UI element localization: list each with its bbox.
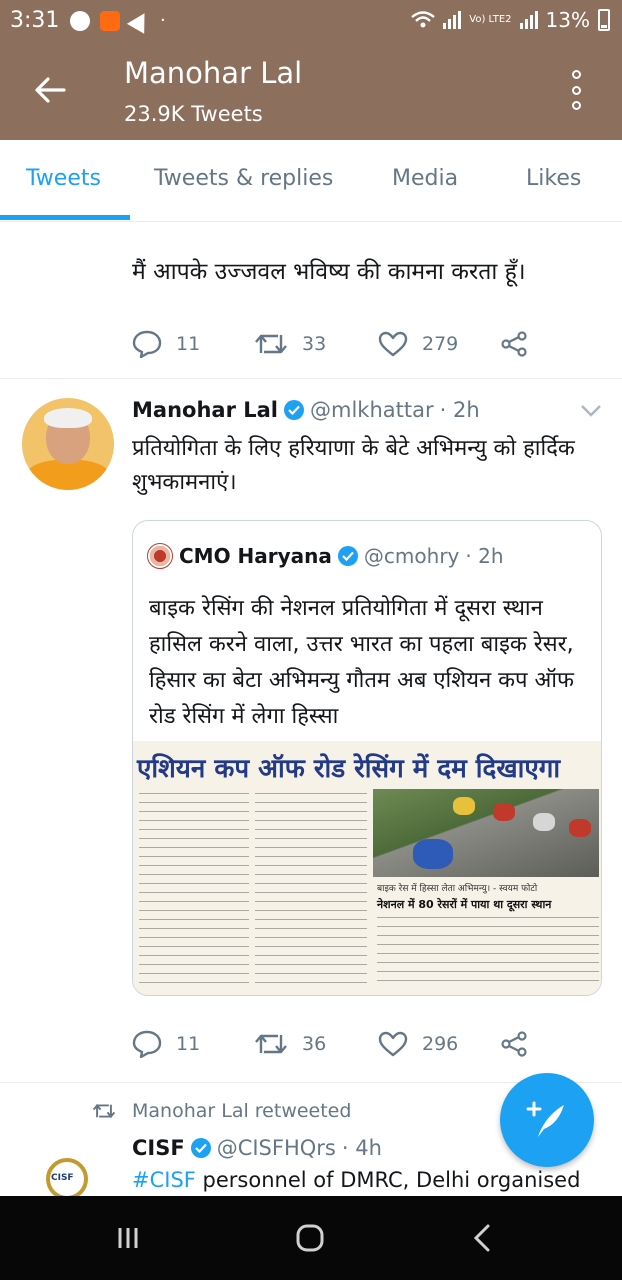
retweet-notice[interactable]: Manohar Lal retweeted <box>92 1100 351 1122</box>
system-nav-bar <box>0 1196 622 1280</box>
tweet-count: 23.9K Tweets <box>124 102 263 126</box>
status-time: 3:31 <box>10 8 60 33</box>
back-nav-icon[interactable] <box>464 1222 504 1254</box>
quoted-time: · 2h <box>465 544 504 568</box>
active-tab-indicator <box>0 215 130 220</box>
hashtag-link[interactable]: #CISF <box>132 1168 196 1192</box>
tweet-text-body: personnel of DMRC, Delhi organised <box>195 1168 581 1192</box>
like-button[interactable]: 279 <box>378 331 500 357</box>
tweet-header: CISF @CISFHQrs · 4h <box>132 1136 382 1160</box>
app-notification-icon <box>100 10 120 31</box>
retweet-button[interactable]: 36 <box>254 1031 378 1057</box>
tweet-actions: 11 33 279 <box>132 330 528 358</box>
tweet-header: Manohar Lal @mlkhattar · 2h <box>132 398 480 422</box>
chevron-down-icon[interactable] <box>580 404 602 418</box>
author-handle[interactable]: @CISFHQrs <box>217 1136 336 1160</box>
profile-title: Manohar Lal <box>124 56 303 90</box>
tab-tweets-replies[interactable]: Tweets & replies <box>154 166 333 191</box>
verified-icon <box>190 1138 211 1158</box>
tweet-text[interactable]: मैं आपके उज्जवल भविष्य की कामना करता हूँ… <box>132 254 526 286</box>
avatar[interactable]: CISF <box>34 1140 104 1200</box>
clipping-subheading: नेशनल में 80 रेसरों में पाया था दूसरा स्… <box>377 898 552 911</box>
share-icon[interactable] <box>500 331 528 357</box>
like-count: 279 <box>422 333 459 355</box>
telegram-icon <box>126 7 154 34</box>
tab-tweets[interactable]: Tweets <box>26 166 101 191</box>
retweet-icon <box>92 1103 116 1119</box>
tweet-text[interactable]: प्रतियोगिता के लिए हरियाणा के बेटे अभिमन… <box>132 432 602 500</box>
status-bar: 3:31 · Vo) LTE2 13% <box>0 0 622 44</box>
tweet-actions: 11 36 296 <box>132 1030 528 1058</box>
more-notifications-icon: · <box>160 10 166 31</box>
retweet-button[interactable]: 33 <box>254 331 378 357</box>
battery-percent: 13% <box>545 8 590 32</box>
retweeted-by-label: Manohar Lal retweeted <box>132 1100 352 1122</box>
like-count: 296 <box>422 1033 459 1055</box>
haryana-emblem-icon <box>147 543 173 569</box>
signal-icon-2 <box>519 11 538 29</box>
clipping-column <box>139 793 249 989</box>
author-name[interactable]: CISF <box>132 1136 185 1160</box>
retweet-count: 33 <box>302 333 327 355</box>
compose-tweet-icon <box>526 1101 564 1137</box>
tweet-time: · 4h <box>341 1136 382 1160</box>
retweet-icon <box>255 334 287 354</box>
like-icon <box>378 331 408 357</box>
tweet-time: · 2h <box>439 398 480 422</box>
reply-count: 11 <box>176 1033 201 1055</box>
whatsapp-icon <box>70 10 90 31</box>
network-label: Vo) LTE2 <box>469 14 512 25</box>
clipping-column <box>377 917 599 989</box>
reply-icon <box>132 1030 162 1058</box>
newspaper-clipping-image[interactable]: एशियन कप ऑफ रोड रेसिंग में दम दिखाएगा बा… <box>133 741 601 995</box>
overflow-menu-icon[interactable] <box>566 70 586 110</box>
verified-icon <box>337 546 358 566</box>
wifi-icon <box>411 11 436 28</box>
quoted-author-handle: @cmohry <box>363 544 460 568</box>
reply-icon <box>132 330 162 358</box>
tweet-divider <box>0 378 622 379</box>
retweet-count: 36 <box>302 1033 327 1055</box>
retweet-icon <box>255 1034 287 1054</box>
tab-media[interactable]: Media <box>392 166 458 191</box>
tab-likes[interactable]: Likes <box>526 166 581 191</box>
quoted-author-name: CMO Haryana <box>179 544 332 568</box>
back-arrow-icon[interactable] <box>30 70 70 110</box>
quoted-text: बाइक रेसिंग की नेशनल प्रतियोगिता में दूस… <box>149 596 575 729</box>
author-handle[interactable]: @mlkhattar <box>310 398 434 422</box>
quoted-header: CMO Haryana @cmohry · 2h <box>147 543 504 569</box>
status-right: Vo) LTE2 13% <box>411 8 610 32</box>
reply-button[interactable]: 11 <box>132 330 254 358</box>
compose-tweet-button[interactable] <box>500 1073 594 1167</box>
verified-icon <box>284 400 304 420</box>
avatar-label: CISF <box>51 1173 74 1183</box>
like-button[interactable]: 296 <box>378 1031 500 1057</box>
like-icon <box>378 1031 408 1057</box>
clipping-caption: बाइक रेस में हिस्सा लेता अभिमन्यु। - स्व… <box>377 884 538 894</box>
quoted-tweet[interactable]: CMO Haryana @cmohry · 2h बाइक रेसिंग की … <box>132 520 602 996</box>
app-header: 3:31 · Vo) LTE2 13% Manohar Lal 23.9K Tw… <box>0 0 622 140</box>
battery-icon <box>598 9 610 31</box>
home-icon[interactable] <box>290 1222 330 1254</box>
notification-icons: · <box>70 7 166 34</box>
clipping-column <box>255 793 367 989</box>
share-icon[interactable] <box>500 1031 528 1057</box>
recents-icon[interactable] <box>108 1222 148 1254</box>
author-name[interactable]: Manohar Lal <box>132 398 278 422</box>
clipping-headline: एशियन कप ऑफ रोड रेसिंग में दम दिखाएगा <box>137 754 561 784</box>
signal-icon <box>443 11 462 29</box>
clipping-photo <box>373 789 599 877</box>
reply-button[interactable]: 11 <box>132 1030 254 1058</box>
avatar[interactable] <box>22 398 114 490</box>
tweet-text[interactable]: #CISF personnel of DMRC, Delhi organised <box>132 1168 580 1192</box>
reply-count: 11 <box>176 333 201 355</box>
profile-tabs: Tweets Tweets & replies Media Likes <box>0 140 622 222</box>
